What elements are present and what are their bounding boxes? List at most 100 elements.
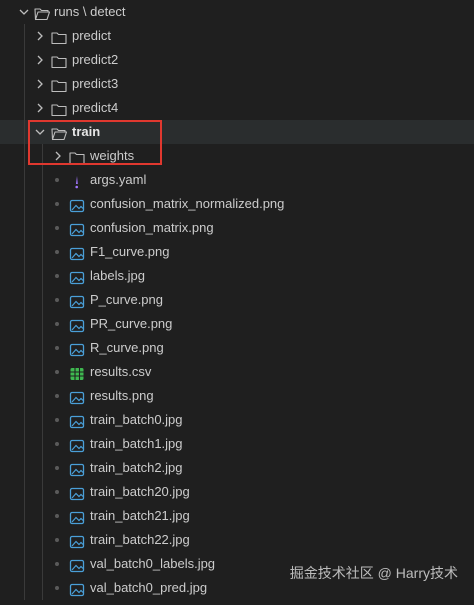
chevron-right-icon[interactable] xyxy=(52,144,64,168)
tree-item-predict[interactable]: predict xyxy=(0,24,474,48)
tree-item-label: predict2 xyxy=(72,52,119,67)
tree-item-file[interactable]: P_curve.png xyxy=(0,288,474,312)
tree-item-predict2[interactable]: predict2 xyxy=(0,48,474,72)
tree-item-file[interactable]: results.png xyxy=(0,384,474,408)
file-dot-icon xyxy=(55,322,59,326)
chevron-right-icon[interactable] xyxy=(34,48,46,72)
tree-item-file[interactable]: args.yaml xyxy=(0,168,474,192)
tree-item-file[interactable]: R_curve.png xyxy=(0,336,474,360)
tree-item-label: runs \ detect xyxy=(54,4,126,19)
tree-item-label: results.csv xyxy=(90,364,152,379)
indent-guide xyxy=(24,288,25,312)
tree-item-label: weights xyxy=(90,148,135,163)
folder-icon xyxy=(69,149,85,165)
indent-guide xyxy=(24,408,25,432)
indent-guide xyxy=(24,528,25,552)
file-dot-icon xyxy=(55,442,59,446)
indent-guide xyxy=(24,96,25,120)
tree-item-label: train xyxy=(72,124,101,139)
indent-guide xyxy=(42,360,43,384)
image-icon xyxy=(69,221,85,237)
tree-item-file[interactable]: train_batch0.jpg xyxy=(0,408,474,432)
tree-item-file[interactable]: train_batch2.jpg xyxy=(0,456,474,480)
image-icon xyxy=(69,317,85,333)
folder-open-icon xyxy=(51,125,68,141)
indent-guide xyxy=(42,336,43,360)
indent-guide xyxy=(24,120,25,144)
file-dot-icon xyxy=(55,226,59,230)
chevron-right-icon[interactable] xyxy=(34,72,46,96)
chevron-down-icon[interactable] xyxy=(34,120,46,144)
tree-item-file[interactable]: results.csv xyxy=(0,360,474,384)
indent-guide xyxy=(42,288,43,312)
tree-item-label: R_curve.png xyxy=(90,340,164,355)
image-icon xyxy=(69,293,85,309)
tree-item-label: predict xyxy=(72,28,112,43)
indent-guide xyxy=(42,432,43,456)
tree-item-predict4[interactable]: predict4 xyxy=(0,96,474,120)
folder-icon xyxy=(51,29,67,45)
tree-item-label: results.png xyxy=(90,388,154,403)
indent-guide xyxy=(24,216,25,240)
indent-guide xyxy=(24,72,25,96)
image-icon xyxy=(69,245,85,261)
indent-guide xyxy=(24,456,25,480)
tree-item-label: train_batch0.jpg xyxy=(90,412,183,427)
chevron-down-icon[interactable] xyxy=(18,0,30,24)
indent-guide xyxy=(42,168,43,192)
tree-item-label: train_batch22.jpg xyxy=(90,532,190,547)
tree-item-file[interactable]: confusion_matrix.png xyxy=(0,216,474,240)
image-icon xyxy=(69,197,85,213)
file-dot-icon xyxy=(55,274,59,278)
tree-item-label: train_batch1.jpg xyxy=(90,436,183,451)
tree-item-train[interactable]: train xyxy=(0,120,474,144)
indent-guide xyxy=(24,312,25,336)
tree-item-file[interactable]: train_batch22.jpg xyxy=(0,528,474,552)
tree-item-weights[interactable]: weights xyxy=(0,144,474,168)
tree-item-file[interactable]: train_batch21.jpg xyxy=(0,504,474,528)
image-icon xyxy=(69,341,85,357)
folder-open-icon xyxy=(34,5,51,21)
chevron-right-icon[interactable] xyxy=(34,96,46,120)
indent-guide xyxy=(24,24,25,48)
tree-item-file[interactable]: labels.jpg xyxy=(0,264,474,288)
tree-item-label: labels.jpg xyxy=(90,268,145,283)
tree-item-file[interactable]: confusion_matrix_normalized.png xyxy=(0,192,474,216)
tree-item-runs-detect[interactable]: runs \ detect xyxy=(0,0,474,24)
tree-item-file[interactable]: F1_curve.png xyxy=(0,240,474,264)
file-dot-icon xyxy=(55,586,59,590)
tree-item-file[interactable]: train_batch1.jpg xyxy=(0,432,474,456)
watermark-text: 掘金技术社区 @ Harry技术 xyxy=(289,565,458,581)
image-icon xyxy=(69,557,85,573)
indent-guide xyxy=(42,528,43,552)
indent-guide xyxy=(24,144,25,168)
file-dot-icon xyxy=(55,250,59,254)
file-dot-icon xyxy=(55,202,59,206)
indent-guide xyxy=(24,504,25,528)
file-dot-icon xyxy=(55,514,59,518)
indent-guide xyxy=(42,312,43,336)
tree-item-file[interactable]: PR_curve.png xyxy=(0,312,474,336)
image-icon xyxy=(69,389,85,405)
tree-item-label: F1_curve.png xyxy=(90,244,170,259)
indent-guide xyxy=(42,144,43,168)
tree-item-file[interactable]: train_batch20.jpg xyxy=(0,480,474,504)
indent-guide xyxy=(42,216,43,240)
indent-guide xyxy=(24,48,25,72)
tree-item-label: val_batch0_labels.jpg xyxy=(90,556,216,571)
indent-guide xyxy=(24,480,25,504)
image-icon xyxy=(69,413,85,429)
image-icon xyxy=(69,437,85,453)
indent-guide xyxy=(24,360,25,384)
folder-icon xyxy=(51,101,67,117)
file-dot-icon xyxy=(55,370,59,374)
chevron-right-icon[interactable] xyxy=(34,24,46,48)
indent-guide xyxy=(42,480,43,504)
tree-item-predict3[interactable]: predict3 xyxy=(0,72,474,96)
file-dot-icon xyxy=(55,346,59,350)
indent-guide xyxy=(42,552,43,576)
image-icon xyxy=(69,269,85,285)
tree-item-label: P_curve.png xyxy=(90,292,163,307)
indent-guide xyxy=(42,240,43,264)
indent-guide xyxy=(24,240,25,264)
